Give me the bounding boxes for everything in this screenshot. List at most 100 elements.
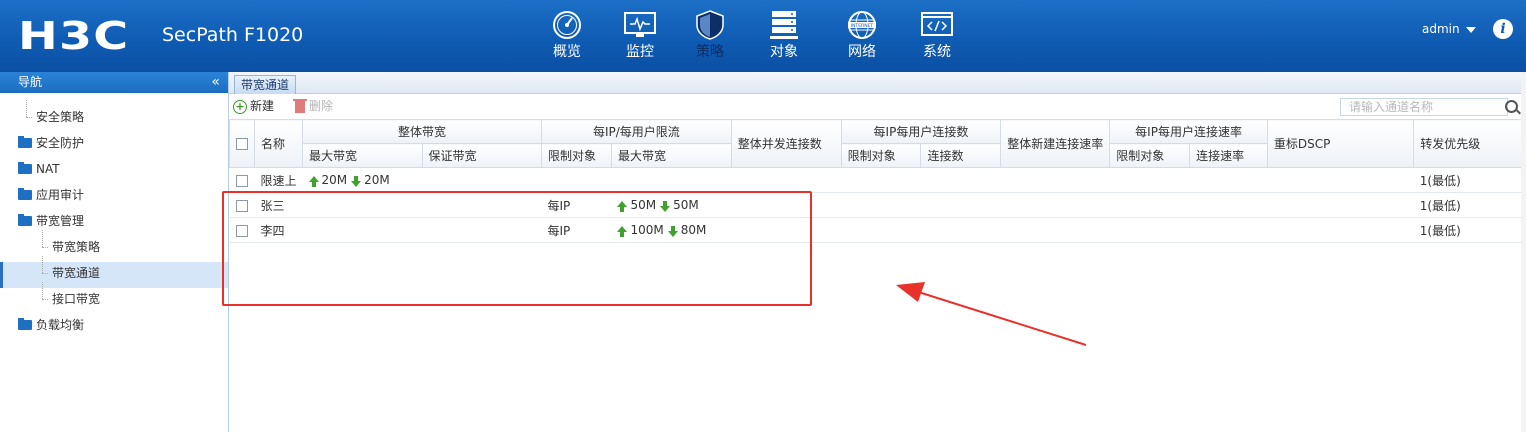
col-overall-new-rate[interactable]: 整体新建连接速率 [1000,119,1111,168]
table-row[interactable]: 限速上 20M 20M 1(最低) [229,167,1526,193]
tree-connector [42,256,44,273]
tree-connector [42,273,48,274]
sidebar-item-security-protection[interactable]: 安全防护 [0,132,228,158]
cell-up-value: 20M [321,173,348,187]
username: admin [1422,22,1460,36]
chevron-down-icon [1465,26,1476,33]
tab-bandwidth-channel[interactable]: 带宽通道 [234,75,297,94]
cell-empty [841,192,921,218]
row-checkbox[interactable] [235,174,248,187]
select-all-checkbox[interactable] [236,138,248,150]
brand-logo: H3C [18,14,130,58]
col-per-ip-conn: 每IP每用户连接数 [840,119,1002,144]
col-overall-conn[interactable]: 整体并发连接数 [730,119,842,168]
info-icon[interactable]: i [1493,19,1513,39]
nav-tree: 安全策略 安全防护 NAT 应用审计 带宽管理 带宽策略 带宽通道 接口带宽 负… [0,100,228,340]
sidebar-item-label: 接口带宽 [52,292,101,306]
folder-icon [18,162,32,174]
svg-text:INTERNET: INTERNET [851,23,874,29]
col-overall-bandwidth: 整体带宽 [302,119,543,144]
sidebar-item-label: 带宽策略 [52,240,101,254]
col-priority[interactable]: 转发优先级 [1413,119,1526,168]
cell-empty [841,217,921,243]
download-arrow-icon [351,175,362,187]
sidebar-item-label: 带宽管理 [36,214,85,228]
tree-connector [26,100,28,117]
nav-label: 监控 [626,44,654,60]
cell-empty [1267,167,1414,193]
nav-label: 系统 [923,44,951,60]
nav-overview[interactable]: 概览 [532,8,602,68]
top-banner: H3C SecPath F1020 概览 监控 策略 对象 INTERNET 网… [0,0,1526,72]
nav-label: 对象 [770,44,798,60]
tree-connector [26,117,32,118]
sidebar-item-load-balancing[interactable]: 负载均衡 [0,314,228,340]
user-menu[interactable]: admin [1422,22,1476,36]
cell-empty [1000,192,1110,218]
col-per-ip-limit: 每IP/每用户限流 [541,119,732,144]
internet-globe-icon: INTERNET [848,11,876,39]
delete-label: 删除 [309,99,334,113]
nav-system[interactable]: 系统 [902,8,972,68]
sidebar-item-bandwidth-policy[interactable]: 带宽策略 [0,230,228,262]
dashboard-gauge-icon [553,11,581,39]
tree-connector [42,247,48,248]
sidebar-item-label: NAT [36,162,60,176]
cell-down-value: 20M [364,173,390,187]
sidebar-item-label: 安全防护 [36,136,85,150]
cell-priority: 1(最低) [1413,192,1526,218]
sidebar-item-label: 负载均衡 [36,318,85,332]
add-icon: + [233,99,247,114]
sidebar-item-security-policy[interactable]: 安全策略 [0,100,228,132]
cell-empty [1109,217,1190,243]
col-name[interactable]: 名称 [253,119,304,168]
cell-empty [920,167,1001,193]
col-max-bandwidth[interactable]: 最大带宽 [302,143,423,168]
col-rate-limit-target[interactable]: 限制对象 [1109,143,1191,168]
sidebar-item-nat[interactable]: NAT [0,158,228,184]
cell-empty [1267,192,1414,218]
sidebar-item-bandwidth-mgmt[interactable]: 带宽管理 [0,210,228,236]
cell-empty [1109,167,1190,193]
trash-icon [293,98,307,113]
cell-empty [920,217,1001,243]
select-all-checkbox-cell [229,119,255,168]
cell-name: 限速上 [254,167,303,193]
folder-icon [18,136,32,148]
product-name: SecPath F1020 [162,24,304,46]
nav-monitor[interactable]: 监控 [605,8,675,68]
col-conn-limit-target[interactable]: 限制对象 [840,143,922,168]
col-rate-value[interactable]: 连接速率 [1189,143,1268,168]
cell-empty [1189,217,1268,243]
collapse-sidebar-icon[interactable]: « [211,72,220,93]
col-dscp[interactable]: 重标DSCP [1266,119,1415,168]
cell-empty [1000,167,1110,193]
nav-label: 策略 [696,44,724,60]
cell-empty [841,167,921,193]
nav-objects[interactable]: 对象 [749,8,819,68]
delete-button[interactable]: 删除 [293,98,334,114]
col-per-ip-max-bandwidth[interactable]: 最大带宽 [610,143,732,168]
cell-empty [1000,217,1110,243]
sidebar: 导航 « 安全策略 安全防护 NAT 应用审计 带宽管理 带宽策略 带宽通道 接… [0,72,229,432]
cell-empty [1267,217,1414,243]
tree-connector [42,230,44,247]
nav-policy[interactable]: 策略 [675,8,745,68]
nav-network[interactable]: INTERNET 网络 [827,8,897,68]
search-icon[interactable] [1505,100,1518,113]
sidebar-item-interface-bandwidth[interactable]: 接口带宽 [0,282,228,314]
col-conn-count[interactable]: 连接数 [920,143,1002,168]
cell-empty [1189,192,1268,218]
sidebar-item-bandwidth-channel[interactable]: 带宽通道 [0,256,228,288]
cell-empty [1189,167,1268,193]
toolbar: + 新建 删除 [229,94,1526,118]
search-input[interactable]: 请输入通道名称 [1340,98,1508,116]
nav-label: 网络 [848,44,876,60]
tab-strip: 带宽通道 [229,72,1526,94]
new-button[interactable]: + 新建 [233,98,274,114]
sidebar-item-app-audit[interactable]: 应用审计 [0,184,228,210]
col-guaranteed-bandwidth[interactable]: 保证带宽 [421,143,543,168]
col-limit-target[interactable]: 限制对象 [541,143,612,168]
vertical-scrollbar[interactable] [1521,72,1526,432]
folder-open-icon [18,214,32,226]
